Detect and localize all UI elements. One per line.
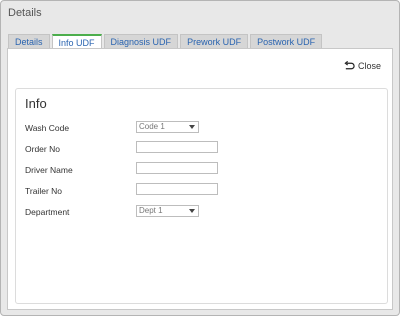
wash-code-label: Wash Code [25,123,70,133]
department-label: Department [25,207,70,217]
department-select[interactable]: Dept 1 [136,205,199,217]
tab-diagnosis-udf[interactable]: Diagnosis UDF [103,34,179,49]
order-no-label: Order No [25,144,60,154]
tab-prework-udf[interactable]: Prework UDF [180,34,249,49]
chevron-down-icon [189,125,195,129]
tab-bar: Details Info UDF Diagnosis UDF Prework U… [8,34,323,50]
undo-arrow-icon [344,61,355,70]
panel-title: Info [25,96,47,111]
tab-details[interactable]: Details [8,34,50,49]
department-value: Dept 1 [139,206,163,215]
details-dialog: Details Details Info UDF Diagnosis UDF P… [0,0,400,316]
driver-name-label: Driver Name [25,165,73,175]
trailer-no-input[interactable] [136,183,218,195]
chevron-down-icon [189,209,195,213]
close-button[interactable]: Close [344,61,381,71]
dialog-title: Details [8,7,42,19]
close-label: Close [357,61,381,71]
order-no-input[interactable] [136,141,218,153]
driver-name-input[interactable] [136,162,218,174]
tab-postwork-udf[interactable]: Postwork UDF [250,34,323,49]
wash-code-value: Code 1 [139,122,165,131]
info-panel: Info Wash Code Code 1 Order No Driver Na… [15,88,388,304]
wash-code-select[interactable]: Code 1 [136,121,199,133]
tab-content: Close Info Wash Code Code 1 Order No Dri… [7,48,393,310]
trailer-no-label: Trailer No [25,186,62,196]
